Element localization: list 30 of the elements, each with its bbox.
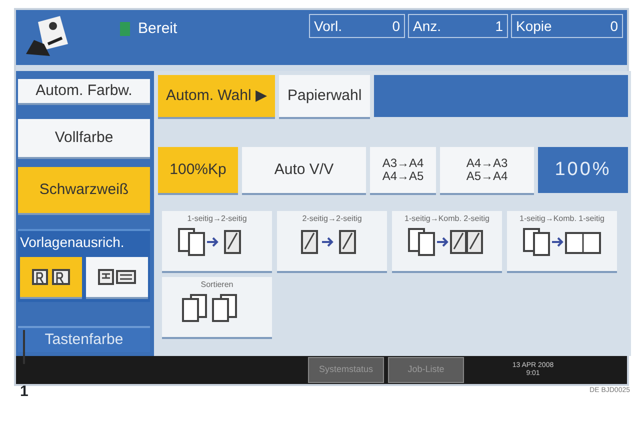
counter-value: 1: [495, 16, 503, 36]
ratio-button[interactable]: A4→A3 A5→A4: [440, 147, 534, 194]
color-mode-button[interactable]: Autom. Farbw.: [18, 79, 150, 104]
ratio-button[interactable]: A3→A4 A4→A5: [370, 147, 436, 194]
paper-button[interactable]: Autom. Wahl ▶: [158, 75, 276, 118]
paper-button[interactable]: Papierwahl: [279, 75, 370, 118]
duplex-mode-button[interactable]: 2-seitig→2-seitig: [277, 211, 387, 272]
duplex-mode-button[interactable]: 1-seitig→Komb. 1-seitig: [507, 211, 617, 272]
duplex-mode-button[interactable]: 1-seitig→Komb. 2-seitig: [392, 211, 502, 272]
orientation-label: Vorlagenausrich.: [18, 229, 150, 254]
counter-label: Vorl.: [314, 16, 342, 36]
ratio-button[interactable]: Auto V/V: [242, 147, 366, 194]
ratio-display: 100%: [538, 147, 628, 194]
counter-label: Anz.: [413, 16, 442, 36]
status-text: Bereit: [138, 19, 178, 39]
mode-label: 1-seitig→Komb. 2-seitig: [404, 213, 490, 226]
mode-label: Sortieren: [200, 279, 234, 292]
duplex-mode-button[interactable]: Sortieren: [162, 277, 272, 338]
duplex-mode-button[interactable]: 1-seitig→2-seitig: [162, 211, 272, 272]
counter-label: Kopie: [516, 16, 552, 36]
key-color-button[interactable]: Tastenfarbe: [18, 326, 150, 352]
counter-value: 0: [392, 16, 400, 36]
counter-value: 0: [610, 16, 618, 36]
color-mode-button[interactable]: Schwarzweiß: [18, 167, 150, 214]
mode-label: 1-seitig→Komb. 1-seitig: [520, 213, 604, 226]
callout-number: 1: [20, 384, 28, 400]
color-mode-button[interactable]: Vollfarbe: [18, 119, 150, 158]
mode-label: 1-seitig→2-seitig: [187, 213, 247, 226]
mode-label: 2-seitig→2-seitig: [302, 213, 362, 226]
ratio-button[interactable]: 100%Kp: [158, 147, 238, 194]
